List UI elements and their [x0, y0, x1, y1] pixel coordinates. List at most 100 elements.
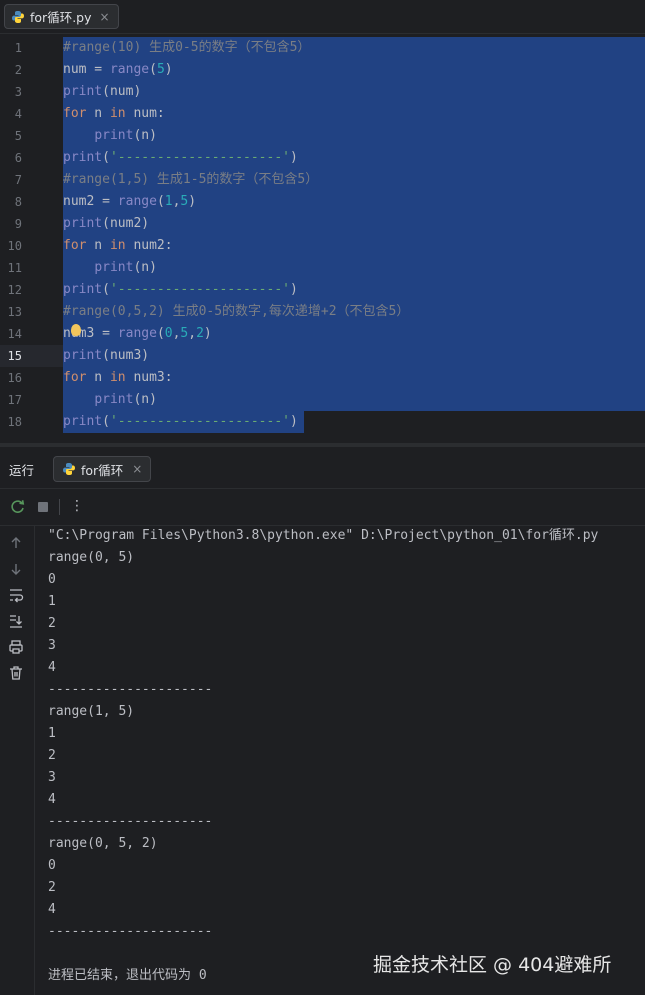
- stop-icon[interactable]: [34, 498, 52, 516]
- line-number: 11: [7, 261, 22, 275]
- code-line[interactable]: 4 for n in num:: [0, 103, 645, 125]
- console-line: 4: [48, 792, 56, 807]
- run-side-toolbar: [0, 526, 35, 995]
- code-text: print(num): [63, 81, 141, 103]
- code-text: num3 = range(0,5,2): [63, 323, 212, 345]
- console-line: 3: [48, 638, 56, 653]
- code-token: for: [63, 106, 87, 121]
- code-token: num3:: [125, 370, 173, 385]
- line-number: 5: [14, 129, 22, 143]
- console-line: 1: [48, 594, 56, 609]
- code-token: in: [109, 106, 126, 121]
- code-line[interactable]: 9 print(num2): [0, 213, 645, 235]
- console-output[interactable]: "C:\Program Files\Python3.8\python.exe" …: [48, 525, 645, 995]
- line-number: 4: [14, 107, 22, 121]
- code-line[interactable]: 12 print('---------------------'): [0, 279, 645, 301]
- code-text: for n in num2:: [63, 235, 173, 257]
- code-token: ): [164, 62, 173, 77]
- code-token: (: [102, 282, 110, 297]
- line-number: 15: [7, 349, 22, 363]
- code-line[interactable]: 13 #range(0,5,2) 生成0-5的数字,每次递增+2（不包含5）: [0, 301, 645, 323]
- code-line[interactable]: 10 for n in num2:: [0, 235, 645, 257]
- code-text: print(num2): [63, 213, 149, 235]
- code-line[interactable]: 11 print(n): [0, 257, 645, 279]
- code-token: 0: [164, 326, 173, 341]
- code-line[interactable]: 6 print('---------------------'): [0, 147, 645, 169]
- code-token: n: [86, 370, 110, 385]
- console-line: range(1, 5): [48, 704, 135, 719]
- code-line[interactable]: 18 print('---------------------'): [0, 411, 645, 433]
- run-toolbar: ⋮: [0, 489, 645, 526]
- code-token: '---------------------': [109, 414, 290, 429]
- close-icon[interactable]: ×: [132, 462, 142, 476]
- line-number: 1: [14, 41, 22, 55]
- code-line[interactable]: 3 print(num): [0, 81, 645, 103]
- code-token: num =: [63, 62, 110, 77]
- soft-wrap-icon[interactable]: [7, 586, 25, 604]
- code-text: print(n): [63, 389, 157, 411]
- console-line: 0: [48, 572, 56, 587]
- editor-tab-bar: for循环.py ×: [0, 0, 645, 34]
- code-line[interactable]: 16 for n in num3:: [0, 367, 645, 389]
- console-line: 3: [48, 770, 56, 785]
- code-line[interactable]: 15 print(num3): [0, 345, 645, 367]
- code-line[interactable]: 5 print(n): [0, 125, 645, 147]
- code-text: for n in num:: [63, 103, 165, 125]
- code-token: 2: [196, 326, 204, 341]
- line-number: 6: [14, 151, 22, 165]
- code-line[interactable]: 1 #range(10) 生成0-5的数字（不包含5）: [0, 37, 645, 59]
- code-token: (: [102, 150, 110, 165]
- code-line[interactable]: 7 #range(1,5) 生成1-5的数字（不包含5）: [0, 169, 645, 191]
- code-line[interactable]: 8 num2 = range(1,5): [0, 191, 645, 213]
- code-token: (n): [133, 260, 157, 275]
- code-text: print(n): [63, 125, 157, 147]
- line-number: 7: [14, 173, 22, 187]
- more-options-icon[interactable]: ⋮: [70, 498, 84, 514]
- panel-splitter[interactable]: [0, 443, 645, 447]
- code-token: 5: [156, 62, 165, 77]
- line-number: 18: [7, 415, 22, 429]
- code-token: '---------------------': [109, 150, 290, 165]
- code-token: ): [188, 194, 197, 209]
- lightbulb-icon[interactable]: [71, 324, 81, 336]
- code-token: for: [63, 238, 87, 253]
- code-line[interactable]: 2 num = range(5): [0, 59, 645, 81]
- arrow-down-icon[interactable]: [7, 560, 25, 578]
- console-line: 1: [48, 726, 56, 741]
- code-text: print(num3): [63, 345, 149, 367]
- console-line: range(0, 5): [48, 550, 135, 565]
- print-icon[interactable]: [7, 638, 25, 656]
- line-number: 2: [14, 63, 22, 77]
- code-token: in: [109, 238, 126, 253]
- code-line[interactable]: 14 num3 = range(0,5,2): [0, 323, 645, 345]
- code-token: (: [156, 326, 165, 341]
- close-icon[interactable]: ×: [100, 10, 110, 24]
- code-token: print: [94, 392, 134, 407]
- rerun-icon[interactable]: [9, 498, 27, 516]
- code-token: #range(0,5,2) 生成0-5的数字,每次递增+2（不包含5）: [63, 304, 410, 319]
- code-token: range: [109, 62, 150, 77]
- arrow-up-icon[interactable]: [7, 534, 25, 552]
- run-panel-header: 运行 for循环 ×: [0, 448, 645, 489]
- code-line[interactable]: 17 print(n): [0, 389, 645, 411]
- editor-tab-for-loop[interactable]: for循环.py ×: [4, 4, 119, 29]
- code-text: print('---------------------'): [63, 147, 298, 169]
- code-token: #range(10) 生成0-5的数字（不包含5）: [63, 40, 311, 55]
- line-number: 10: [7, 239, 22, 253]
- code-token: print: [94, 128, 134, 143]
- line-number: 14: [7, 327, 22, 341]
- code-token: (n): [133, 392, 157, 407]
- code-token: in: [109, 370, 126, 385]
- run-tab-for-loop[interactable]: for循环 ×: [53, 456, 152, 482]
- code-text: num2 = range(1,5): [63, 191, 196, 213]
- code-token: range: [117, 194, 157, 209]
- code-token: (n): [133, 128, 157, 143]
- line-number: 13: [7, 305, 22, 319]
- code-text: print('---------------------'): [63, 279, 298, 301]
- scroll-to-end-icon[interactable]: [7, 612, 25, 630]
- watermark-text: 掘金技术社区 @ 404避难所: [373, 954, 612, 976]
- code-token: (num): [102, 84, 142, 99]
- trash-icon[interactable]: [7, 664, 25, 682]
- code-token: (num3): [102, 348, 150, 363]
